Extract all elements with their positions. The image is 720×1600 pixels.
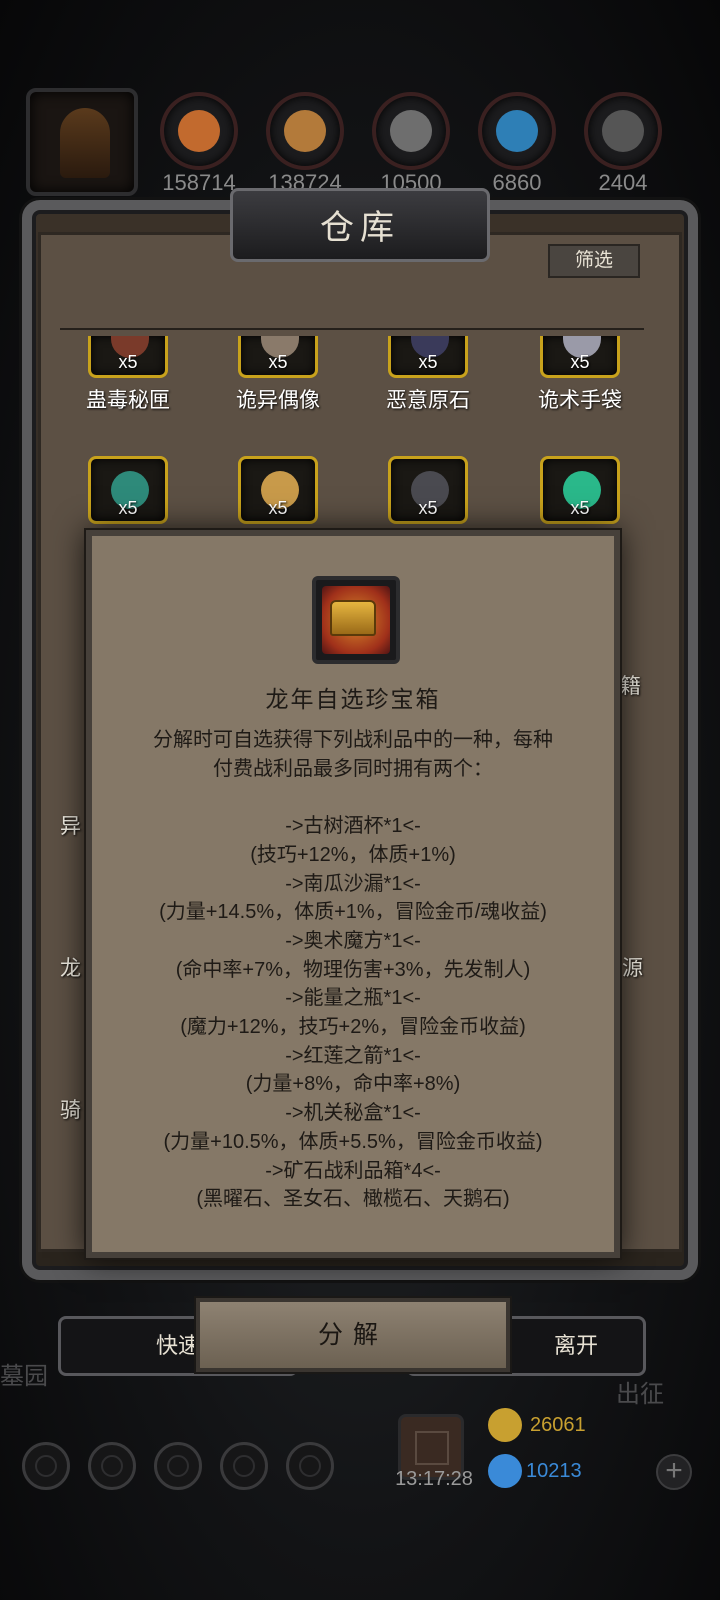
expedition-label[interactable]: 出征 <box>616 1374 664 1409</box>
star-icon[interactable] <box>88 1442 136 1490</box>
item-qty: x5 <box>118 352 138 372</box>
warehouse-title: 仓库 <box>320 208 400 248</box>
reward-line: ->古树酒杯*1<- <box>285 815 421 838</box>
item-detail-modal: 龙年自选珍宝箱 分解时可自选获得下列战利品中的一种，每种 付费战利品最多同时拥有… <box>86 530 620 1258</box>
gem-amount: 10213 <box>526 1460 582 1482</box>
resource-2-icon <box>266 92 344 170</box>
item-qty: x5 <box>570 498 590 518</box>
social-icon[interactable] <box>286 1442 334 1490</box>
item-slot[interactable]: x5 <box>540 336 620 378</box>
resource-5-count: 2404 <box>598 170 648 195</box>
res-glyph-2 <box>284 110 326 152</box>
item-qty: x5 <box>118 498 138 518</box>
item-slot[interactable]: x5 <box>88 336 168 378</box>
item-qty: x5 <box>570 352 590 372</box>
reward-line: ->红莲之箭*1<- <box>285 1044 421 1067</box>
chest-shape <box>330 600 376 636</box>
res-glyph-4 <box>496 110 538 152</box>
panel-divider <box>60 328 644 330</box>
reward-line: (力量+14.5%，体质+1%，冒险金币/魂收益) <box>159 901 547 924</box>
reward-line: (命中率+7%，物理伤害+3%，先发制人) <box>175 958 531 981</box>
item-slot[interactable]: x5 <box>238 336 318 378</box>
reward-line: (力量+10.5%，体质+5.5%，冒险金币收益) <box>163 1130 543 1153</box>
reward-line: ->机关秘盒*1<- <box>285 1102 421 1125</box>
intro-line: 分解时可自选获得下列战利品中的一种，每种 <box>153 729 553 751</box>
modal-description: 分解时可自选获得下列战利品中的一种，每种 付费战利品最多同时拥有两个： ->古树… <box>112 726 594 1214</box>
item-qty: x5 <box>418 352 438 372</box>
inventory-glyph <box>167 1455 189 1477</box>
hero-portrait[interactable] <box>26 88 138 196</box>
intro-line: 付费战利品最多同时拥有两个： <box>213 757 493 780</box>
reward-line: ->矿石战利品箱*4<- <box>265 1159 441 1182</box>
social-glyph <box>299 1455 321 1477</box>
inventory-icon[interactable] <box>154 1442 202 1490</box>
modal-title: 龙年自选珍宝箱 <box>265 686 441 712</box>
quick-label: 快速 <box>155 1333 200 1358</box>
mail-glyph <box>233 1455 255 1477</box>
res-glyph-5 <box>602 110 644 152</box>
mail-icon[interactable] <box>220 1442 268 1490</box>
gift-timer: 13:17:28 <box>395 1468 473 1490</box>
resource-1-icon <box>160 92 238 170</box>
item-name-fragment: 籍 <box>620 675 641 698</box>
settings-glyph <box>35 1455 57 1477</box>
reward-line: (技巧+12%，体质+1%) <box>250 843 456 866</box>
item-name-fragment: 异 <box>60 815 81 838</box>
item-qty: x5 <box>418 498 438 518</box>
gold-amount: 26061 <box>530 1414 586 1436</box>
item-name: 诡术手袋 <box>538 389 622 412</box>
graveyard-label: 墓园 <box>0 1363 48 1390</box>
item-name-fragment: 骑 <box>60 1099 81 1122</box>
item-name: 蛊毒秘匣 <box>86 389 170 412</box>
leave-label: 离开 <box>553 1333 598 1358</box>
decompose-button[interactable]: 分解 <box>196 1298 510 1372</box>
item-slot[interactable]: x5 <box>540 456 620 524</box>
item-qty: x5 <box>268 498 288 518</box>
item-qty: x5 <box>268 352 288 372</box>
filter-button[interactable]: 筛选 <box>548 244 640 278</box>
item-slot[interactable]: x5 <box>388 336 468 378</box>
resource-5-icon <box>584 92 662 170</box>
resource-3-icon <box>372 92 450 170</box>
gem-icon <box>488 1454 522 1488</box>
item-slot[interactable]: x5 <box>388 456 468 524</box>
star-glyph <box>101 1455 123 1477</box>
item-name-fragment: 龙 <box>60 957 81 980</box>
item-name: 恶意原石 <box>386 389 470 412</box>
treasure-chest-icon <box>312 576 400 664</box>
reward-line: ->南瓜沙漏*1<- <box>285 872 421 895</box>
gift-box-glyph <box>415 1431 449 1465</box>
reward-line: (魔力+12%，技巧+2%，冒险金币收益) <box>180 1016 526 1039</box>
reward-line: (黑曜石、圣女石、橄榄石、天鹅石) <box>196 1188 510 1211</box>
gold-coin-icon <box>488 1408 522 1442</box>
settings-icon[interactable] <box>22 1442 70 1490</box>
res-glyph-3 <box>390 110 432 152</box>
res-glyph-1 <box>178 110 220 152</box>
hood-icon <box>60 108 110 178</box>
item-slot[interactable]: x5 <box>238 456 318 524</box>
item-name-fragment: 源 <box>622 957 643 980</box>
reward-line: ->奥术魔方*1<- <box>285 929 421 952</box>
reward-line: ->能量之瓶*1<- <box>285 987 421 1010</box>
reward-line: (力量+8%，命中率+8%) <box>245 1073 461 1096</box>
item-name: 诡异偶像 <box>236 389 320 412</box>
item-slot[interactable]: x5 <box>88 456 168 524</box>
resource-4-icon <box>478 92 556 170</box>
add-currency-button[interactable]: + <box>656 1454 692 1490</box>
